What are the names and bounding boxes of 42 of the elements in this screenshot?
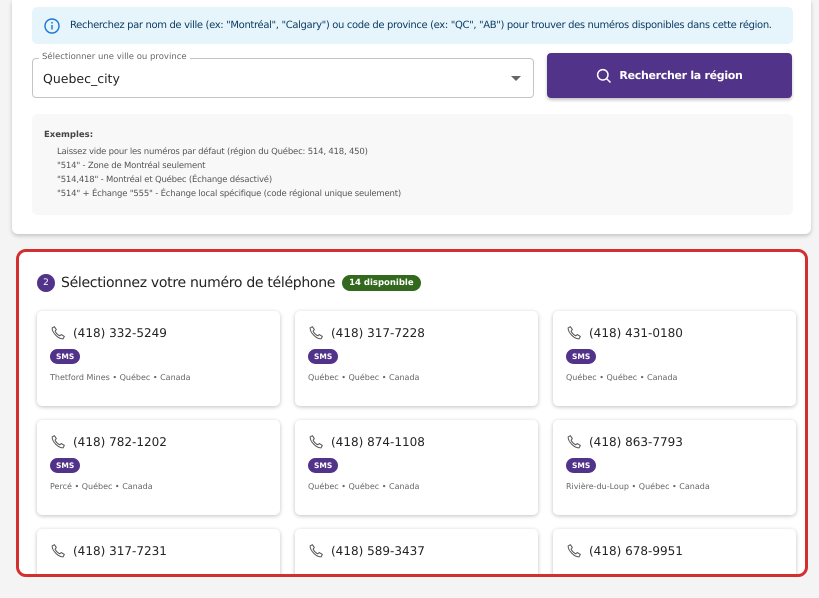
phone-icon [50,434,66,450]
info-icon [44,18,60,34]
phone-number: (418) 317-7228 [331,326,425,340]
phone-icon [308,543,324,559]
location-text: Percé • Québec • Canada [50,482,153,491]
number-card[interactable]: (418) 678-9951 [553,529,796,574]
phone-number: (418) 431-0180 [589,326,683,340]
phone-number: (418) 863-7793 [589,435,683,449]
select-label: Sélectionner une ville ou province [39,51,190,63]
phone-icon [566,543,582,559]
number-card[interactable]: (418) 589-3437 [295,529,538,574]
available-count: 14 disponible [342,275,421,291]
phone-icon [50,325,66,341]
location-text: Québec • Québec • Canada [308,482,420,491]
examples-title: Exemples: [44,130,94,140]
location-text: Rivière-du-Loup • Québec • Canada [566,482,710,491]
phone-number: (418) 332-5249 [73,326,167,340]
step-number: 2 [37,274,55,292]
phone-number: (418) 874-1108 [331,435,425,449]
example-line: "514" - Zone de Montréal seulement [56,160,206,173]
location-text: Thetford Mines • Québec • Canada [50,373,191,382]
location-text: Québec • Québec • Canada [566,373,678,382]
phone-number: (418) 589-3437 [331,544,425,558]
example-line: Laissez vide pour les numéros par défaut (région du Québec: 514, 418, 450) [56,146,369,159]
caret-icon [511,76,521,80]
phone-number: (418) 782-1202 [73,435,167,449]
search-icon [596,68,612,84]
phone-icon [566,325,582,341]
location-text: Québec • Québec • Canada [308,373,420,382]
search-button[interactable]: Rechercher la région [547,53,792,98]
phone-icon [308,325,324,341]
phone-icon [566,434,582,450]
phone-number: (418) 678-9951 [589,544,683,558]
select-value: Quebec_city [43,70,121,86]
number-card[interactable]: (418) 317-7231 [37,529,280,574]
example-line: "514" + Échange "555" - Échange local spécifique (code régional unique seulement) [56,187,402,201]
phone-icon [308,434,324,450]
phone-icon [50,543,66,559]
example-line: "514,418" - Montréal et Québec (Échange désactivé) [56,173,273,187]
phone-number: (418) 317-7231 [73,544,167,558]
section-title: Sélectionnez votre numéro de téléphone [61,275,336,291]
info-text: Recherchez par nom de ville (ex: "Montréal", "Calgary") ou code de province (ex: "QC", "AB") pour trouver des numéros disponibles dans cette région. [70,20,772,31]
